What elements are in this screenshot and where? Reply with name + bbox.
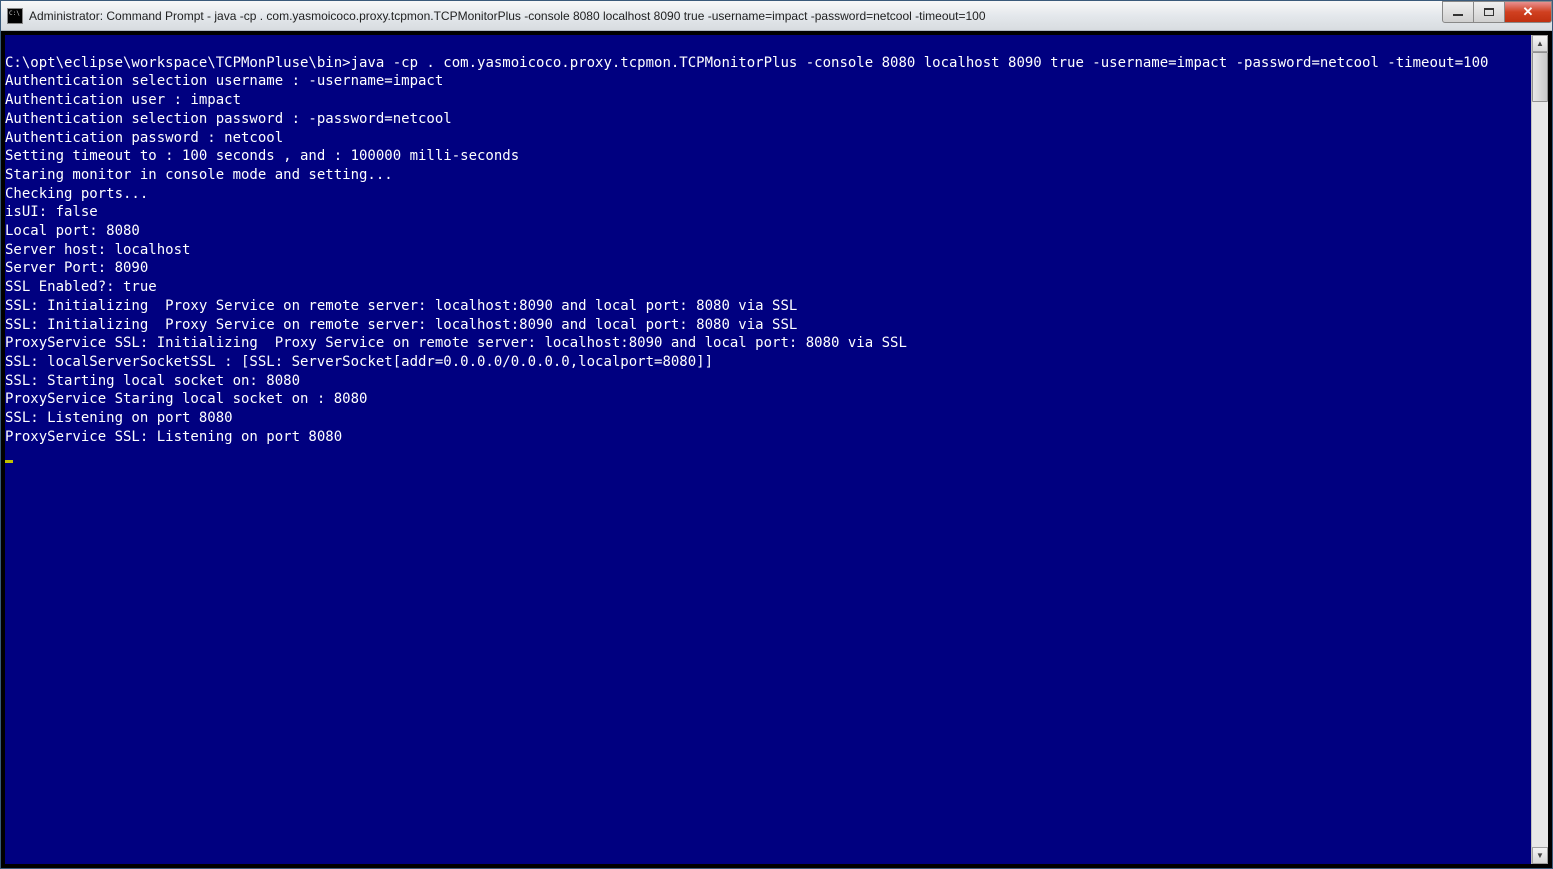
output-line: Authentication selection username : -use… <box>5 73 443 89</box>
minimize-button[interactable] <box>1442 1 1474 23</box>
command-prompt-window: Administrator: Command Prompt - java -cp… <box>0 0 1553 869</box>
scroll-track[interactable] <box>1532 52 1548 847</box>
output-line: Authentication password : netcool <box>5 130 283 146</box>
window-title: Administrator: Command Prompt - java -cp… <box>29 9 1443 23</box>
chevron-up-icon: ▲ <box>1536 39 1544 48</box>
command-text: java -cp . com.yasmoicoco.proxy.tcpmon.T… <box>351 55 1489 71</box>
output-line: SSL: Initializing Proxy Service on remot… <box>5 298 797 314</box>
prompt: C:\opt\eclipse\workspace\TCPMonPluse\bin… <box>5 55 351 71</box>
chevron-down-icon: ▼ <box>1536 851 1544 860</box>
output-line: Server host: localhost <box>5 242 190 258</box>
console-wrapper: C:\opt\eclipse\workspace\TCPMonPluse\bin… <box>1 31 1552 868</box>
output-line: Server Port: 8090 <box>5 260 148 276</box>
output-line: SSL Enabled?: true <box>5 279 157 295</box>
window-controls: ✕ <box>1443 1 1552 23</box>
output-line: Local port: 8080 <box>5 223 140 239</box>
close-icon: ✕ <box>1523 4 1534 20</box>
scroll-up-button[interactable]: ▲ <box>1532 35 1548 52</box>
output-line: SSL: localServerSocketSSL : [SSL: Server… <box>5 354 713 370</box>
close-button[interactable]: ✕ <box>1504 1 1552 23</box>
minimize-icon <box>1453 13 1463 16</box>
scroll-down-button[interactable]: ▼ <box>1532 847 1548 864</box>
titlebar[interactable]: Administrator: Command Prompt - java -cp… <box>1 1 1552 31</box>
output-line: ProxyService SSL: Initializing Proxy Ser… <box>5 335 907 351</box>
cmd-icon <box>7 8 23 24</box>
output-line: SSL: Starting local socket on: 8080 <box>5 373 300 389</box>
output-line: isUI: false <box>5 204 98 220</box>
output-line: SSL: Initializing Proxy Service on remot… <box>5 317 797 333</box>
cursor <box>5 460 13 463</box>
output-line: Authentication user : impact <box>5 92 241 108</box>
scroll-thumb[interactable] <box>1532 52 1548 102</box>
vertical-scrollbar[interactable]: ▲ ▼ <box>1531 35 1548 864</box>
output-line: ProxyService Staring local socket on : 8… <box>5 391 367 407</box>
output-line: Setting timeout to : 100 seconds , and :… <box>5 148 519 164</box>
output-line: ProxyService SSL: Listening on port 8080 <box>5 429 342 445</box>
output-line: SSL: Listening on port 8080 <box>5 410 233 426</box>
maximize-button[interactable] <box>1473 1 1505 23</box>
output-line: Staring monitor in console mode and sett… <box>5 167 393 183</box>
maximize-icon <box>1484 8 1494 16</box>
output-line: Authentication selection password : -pas… <box>5 111 452 127</box>
console-output-area[interactable]: C:\opt\eclipse\workspace\TCPMonPluse\bin… <box>5 35 1531 864</box>
output-line: Checking ports... <box>5 186 148 202</box>
